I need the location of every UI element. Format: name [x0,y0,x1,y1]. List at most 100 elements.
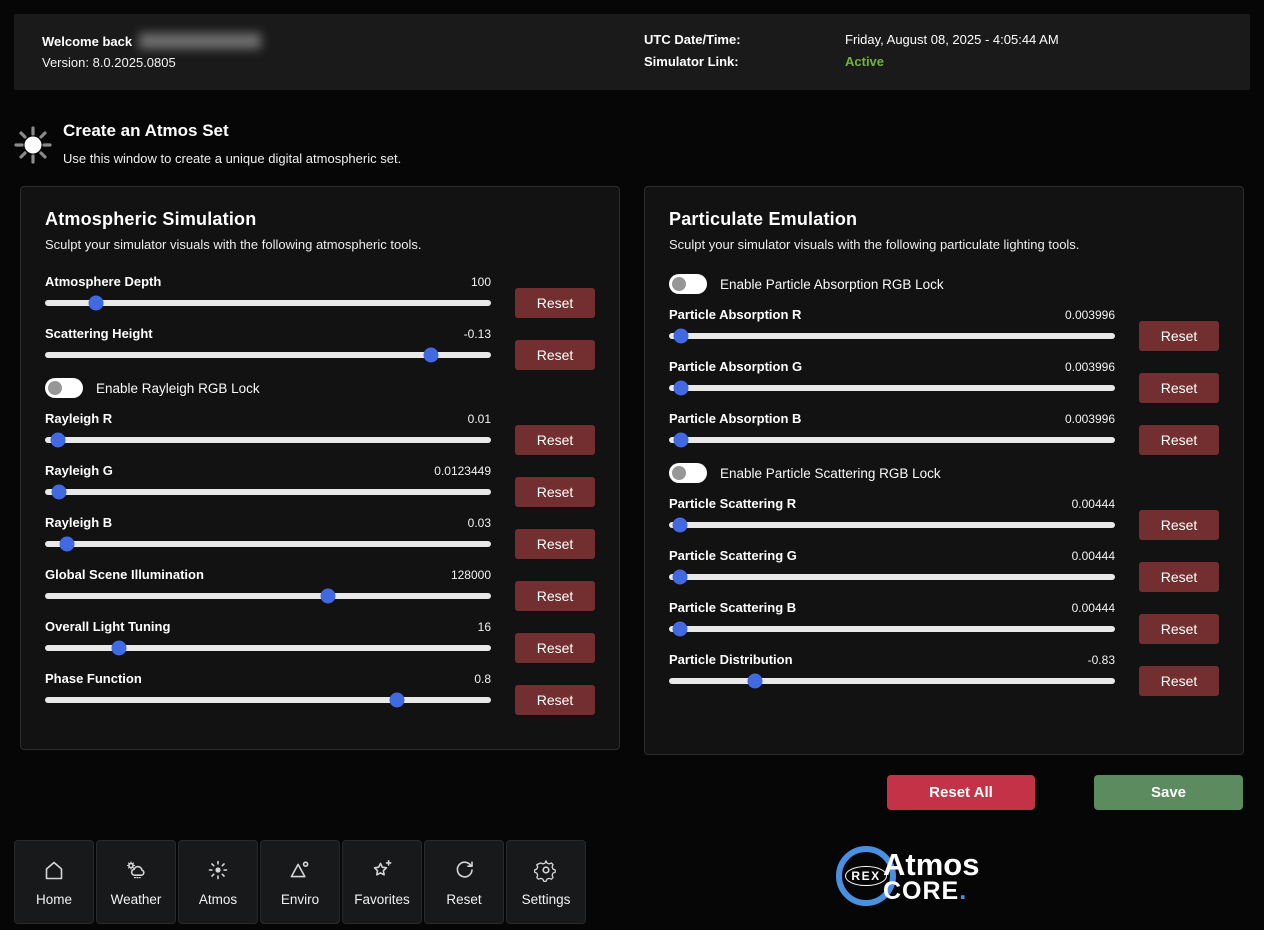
reset-button[interactable]: Reset [1139,425,1219,455]
save-button[interactable]: Save [1094,775,1243,810]
logo-rex-text: REX [845,866,886,886]
nav-home-button[interactable]: Home [14,840,94,924]
slider-label: Particle Absorption B [669,411,801,426]
slider-thumb[interactable] [672,518,687,533]
slider[interactable] [669,379,1115,397]
toggle-row: Enable Rayleigh RGB Lock [45,378,595,398]
nav-label: Favorites [354,892,410,907]
logo-core-text: CORE. [883,880,979,903]
reset-button[interactable]: Reset [515,288,595,318]
reset-button[interactable]: Reset [1139,614,1219,644]
slider-thumb[interactable] [423,348,438,363]
slider-track[interactable] [45,593,491,599]
slider-row: Particle Scattering B 0.00444 Reset [669,600,1219,638]
slider-value: -0.13 [464,327,491,341]
slider-thumb[interactable] [673,433,688,448]
slider[interactable] [45,691,491,709]
slider-track[interactable] [669,574,1115,580]
reset-button[interactable]: Reset [1139,321,1219,351]
bottom-nav: Home Weather Atmos Enviro Favorites Rese… [14,840,586,924]
nav-label: Atmos [199,892,237,907]
slider[interactable] [45,535,491,553]
toggle-switch[interactable] [669,274,707,294]
slider-thumb[interactable] [321,589,336,604]
slider-thumb[interactable] [390,693,405,708]
slider-thumb[interactable] [673,329,688,344]
reset-all-button[interactable]: Reset All [887,775,1035,810]
page-title: Create an Atmos Set [63,121,229,141]
slider-thumb[interactable] [111,641,126,656]
slider-thumb[interactable] [673,381,688,396]
nav-settings-button[interactable]: Settings [506,840,586,924]
nav-atmos-button[interactable]: Atmos [178,840,258,924]
reset-button[interactable]: Reset [515,685,595,715]
slider-thumb[interactable] [51,433,66,448]
slider-track[interactable] [45,489,491,495]
slider-thumb[interactable] [672,570,687,585]
slider-value: 100 [471,275,491,289]
slider-thumb[interactable] [52,485,67,500]
slider-track[interactable] [669,522,1115,528]
slider-track[interactable] [45,541,491,547]
slider-label: Overall Light Tuning [45,619,170,634]
simulator-link-label: Simulator Link: [644,54,845,69]
toggle-switch[interactable] [669,463,707,483]
toggle-switch[interactable] [45,378,83,398]
reset-button[interactable]: Reset [1139,373,1219,403]
slider[interactable] [669,516,1115,534]
reset-button[interactable]: Reset [515,581,595,611]
nav-enviro-button[interactable]: Enviro [260,840,340,924]
reset-button[interactable]: Reset [1139,562,1219,592]
slider-thumb[interactable] [672,622,687,637]
slider-track[interactable] [669,678,1115,684]
slider-thumb[interactable] [89,296,104,311]
slider-track[interactable] [669,626,1115,632]
reset-button[interactable]: Reset [515,477,595,507]
refresh-icon [452,858,476,882]
slider-label: Particle Scattering R [669,496,796,511]
slider-label: Particle Scattering B [669,600,796,615]
slider[interactable] [45,346,491,364]
nav-reset-button[interactable]: Reset [424,840,504,924]
nav-weather-button[interactable]: Weather [96,840,176,924]
slider-value: 0.03 [468,516,491,530]
slider-value: 0.01 [468,412,491,426]
slider-track[interactable] [669,385,1115,391]
slider[interactable] [669,672,1115,690]
reset-button[interactable]: Reset [515,633,595,663]
reset-button[interactable]: Reset [515,340,595,370]
slider[interactable] [669,568,1115,586]
toggle-label: Enable Particle Scattering RGB Lock [720,466,941,481]
star-plus-icon [370,858,394,882]
nav-favorites-button[interactable]: Favorites [342,840,422,924]
reset-button[interactable]: Reset [515,529,595,559]
slider-thumb[interactable] [747,674,762,689]
reset-button[interactable]: Reset [1139,510,1219,540]
nav-label: Home [36,892,72,907]
slider-track[interactable] [669,437,1115,443]
slider[interactable] [45,294,491,312]
slider[interactable] [45,639,491,657]
nav-label: Settings [522,892,571,907]
top-status-bar: Welcome back Version: 8.0.2025.0805 UTC … [14,14,1250,90]
toggle-row: Enable Particle Absorption RGB Lock [669,274,1219,294]
slider-track[interactable] [45,300,491,306]
panel-subtitle: Sculpt your simulator visuals with the f… [669,237,1219,252]
slider[interactable] [669,431,1115,449]
slider-value: -0.83 [1088,653,1115,667]
slider[interactable] [669,327,1115,345]
gear-icon [534,858,558,882]
slider-row: Rayleigh R 0.01 Reset [45,411,595,449]
slider-track[interactable] [45,437,491,443]
slider[interactable] [45,431,491,449]
utc-label: UTC Date/Time: [644,32,845,47]
slider[interactable] [45,587,491,605]
simulator-link-status: Active [845,54,1059,69]
slider-thumb[interactable] [60,537,75,552]
slider[interactable] [45,483,491,501]
reset-button[interactable]: Reset [1139,666,1219,696]
reset-button[interactable]: Reset [515,425,595,455]
slider-track[interactable] [45,697,491,703]
slider-track[interactable] [669,333,1115,339]
slider[interactable] [669,620,1115,638]
